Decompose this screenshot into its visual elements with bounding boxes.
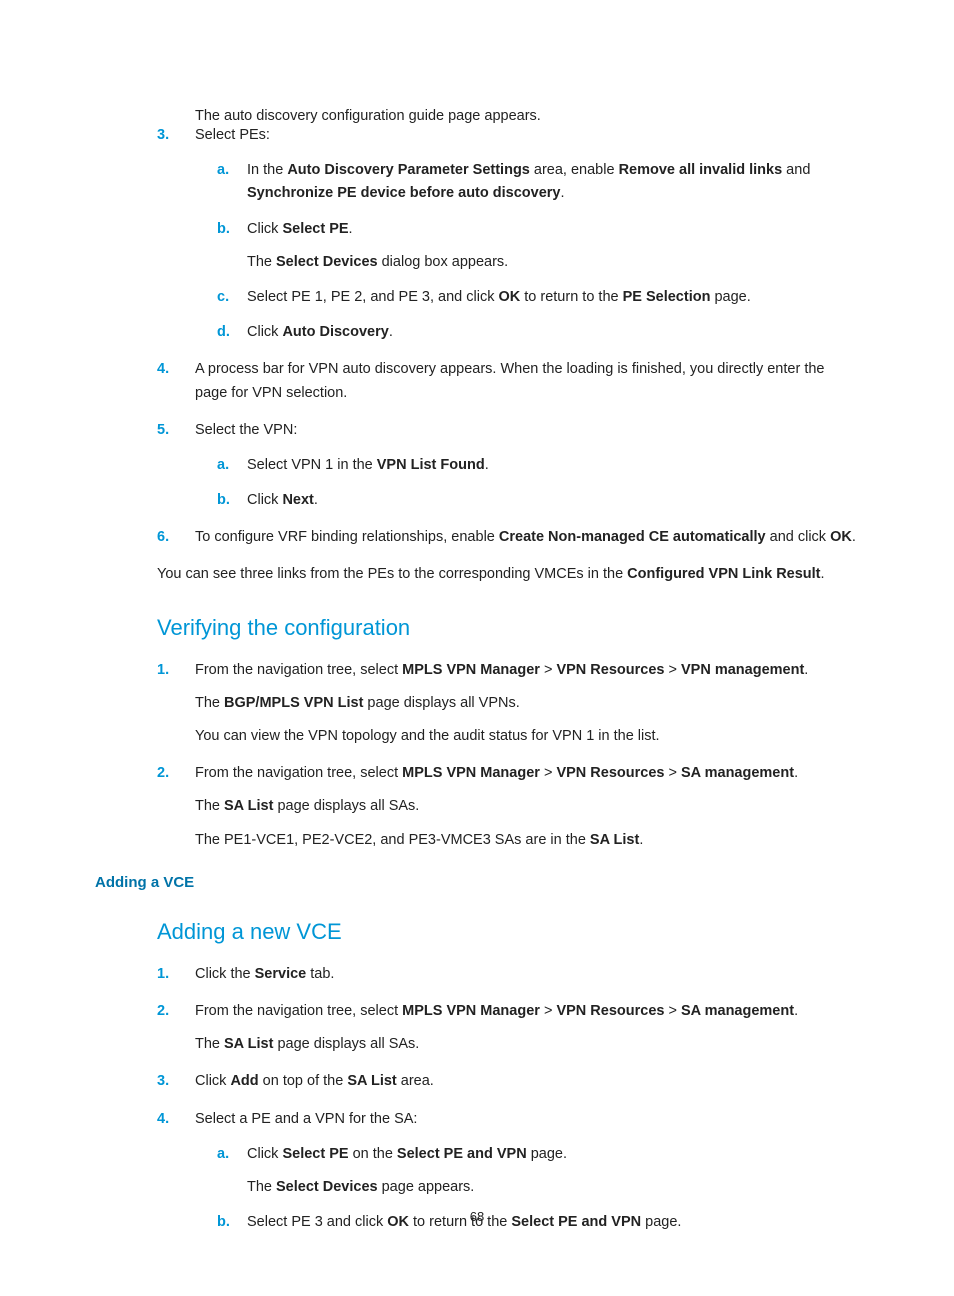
page-number: 68 — [0, 1209, 954, 1224]
step-number: 3. — [157, 1070, 169, 1093]
step-number: 4. — [157, 1108, 169, 1131]
sub-marker: a. — [217, 454, 229, 477]
step-number: 3. — [157, 124, 169, 147]
step-text: Select a PE and a VPN for the SA: — [195, 1111, 417, 1127]
addvce-4a: a. Click Select PE on the Select PE and … — [217, 1143, 859, 1199]
document-page: The auto discovery configuration guide p… — [0, 0, 954, 1296]
sub-marker: c. — [217, 286, 229, 309]
step-number: 1. — [157, 659, 169, 682]
step-3a: a. In the Auto Discovery Parameter Setti… — [217, 159, 859, 205]
sub-marker: b. — [217, 218, 230, 241]
step-number: 2. — [157, 762, 169, 785]
step-3: 3. Select PEs: a. In the Auto Discovery … — [157, 124, 859, 344]
step-3b: b. Click Select PE. The Select Devices d… — [217, 218, 859, 274]
addvce-step-2: 2. From the navigation tree, select MPLS… — [157, 1000, 859, 1056]
sub-marker: b. — [217, 489, 230, 512]
sub-list: a. Select VPN 1 in the VPN List Found. b… — [195, 454, 859, 512]
sub-list: a. In the Auto Discovery Parameter Setti… — [195, 159, 859, 344]
intro-text: The auto discovery configuration guide p… — [195, 108, 859, 124]
step-number: 4. — [157, 358, 169, 381]
step-5b: b. Click Next. — [217, 489, 859, 512]
addvce-step-1: 1. Click the Service tab. — [157, 963, 859, 986]
step-4: 4. A process bar for VPN auto discovery … — [157, 358, 859, 404]
heading-adding-new-vce: Adding a new VCE — [157, 919, 859, 945]
post-paragraph: You can see three links from the PEs to … — [157, 563, 859, 586]
verify-step-2: 2. From the navigation tree, select MPLS… — [157, 762, 859, 852]
step-3c: c. Select PE 1, PE 2, and PE 3, and clic… — [217, 286, 859, 309]
step-number: 5. — [157, 419, 169, 442]
sub-marker: a. — [217, 1143, 229, 1166]
ordered-list-verify: 1. From the navigation tree, select MPLS… — [95, 659, 859, 852]
sub-marker: d. — [217, 321, 230, 344]
step-text: Select the VPN: — [195, 422, 297, 438]
step-text: Select PEs: — [195, 127, 270, 143]
addvce-step-3: 3. Click Add on top of the SA List area. — [157, 1070, 859, 1093]
step-5: 5. Select the VPN: a. Select VPN 1 in th… — [157, 419, 859, 513]
step-number: 1. — [157, 963, 169, 986]
step-number: 6. — [157, 526, 169, 549]
heading-verifying: Verifying the configuration — [157, 615, 859, 641]
sub-marker: a. — [217, 159, 229, 182]
ordered-list-addvce: 1. Click the Service tab. 2. From the na… — [95, 963, 859, 1235]
step-text: A process bar for VPN auto discovery app… — [195, 361, 824, 400]
verify-step-1: 1. From the navigation tree, select MPLS… — [157, 659, 859, 749]
step-6: 6. To configure VRF binding relationship… — [157, 526, 859, 549]
step-3d: d. Click Auto Discovery. — [217, 321, 859, 344]
step-3b-result: The Select Devices dialog box appears. — [247, 251, 859, 274]
ordered-list-main: 3. Select PEs: a. In the Auto Discovery … — [95, 124, 859, 549]
step-number: 2. — [157, 1000, 169, 1023]
heading-adding-vce: Adding a VCE — [95, 874, 859, 891]
step-5a: a. Select VPN 1 in the VPN List Found. — [217, 454, 859, 477]
